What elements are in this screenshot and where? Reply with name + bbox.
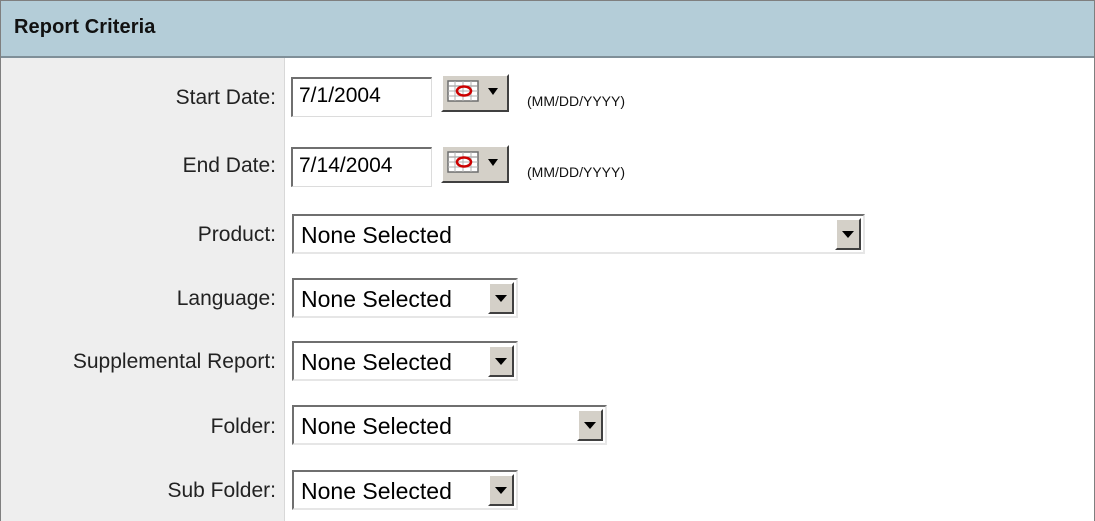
end-date-calendar-button[interactable]: [441, 145, 509, 183]
product-select[interactable]: None Selected: [292, 214, 865, 254]
supplemental-report-selected-value: None Selected: [301, 349, 452, 375]
supplemental-report-select[interactable]: None Selected: [292, 341, 518, 381]
language-selected-value: None Selected: [301, 286, 452, 312]
chevron-down-icon[interactable]: [488, 474, 514, 506]
start-date-input[interactable]: 7/1/2004: [291, 77, 432, 117]
chevron-down-icon[interactable]: [488, 282, 514, 314]
start-date-calendar-button[interactable]: [441, 74, 509, 112]
calendar-icon: [447, 80, 498, 102]
language-label: Language:: [176, 287, 276, 310]
report-criteria-panel: Report Criteria Start Date: 7/1/2004 (MM…: [0, 0, 1095, 521]
chevron-down-icon[interactable]: [577, 409, 603, 441]
folder-select[interactable]: None Selected: [292, 405, 607, 445]
end-date-format-hint: (MM/DD/YYYY): [527, 164, 625, 180]
start-date-format-hint: (MM/DD/YYYY): [527, 93, 625, 109]
chevron-down-icon[interactable]: [488, 345, 514, 377]
product-selected-value: None Selected: [301, 222, 452, 248]
sub-folder-label: Sub Folder:: [167, 479, 276, 502]
chevron-down-icon[interactable]: [835, 218, 861, 250]
start-date-label: Start Date:: [175, 86, 276, 109]
folder-label: Folder:: [210, 415, 276, 438]
sub-folder-select[interactable]: None Selected: [292, 470, 518, 510]
language-select[interactable]: None Selected: [292, 278, 518, 318]
folder-selected-value: None Selected: [301, 413, 452, 439]
end-date-label: End Date:: [182, 154, 276, 177]
end-date-input[interactable]: 7/14/2004: [291, 147, 432, 187]
calendar-icon: [447, 151, 498, 173]
panel-title: Report Criteria: [14, 16, 156, 38]
panel-header: Report Criteria: [1, 1, 1094, 58]
supplemental-report-label: Supplemental Report:: [72, 350, 276, 373]
product-label: Product:: [197, 223, 276, 246]
sub-folder-selected-value: None Selected: [301, 478, 452, 504]
